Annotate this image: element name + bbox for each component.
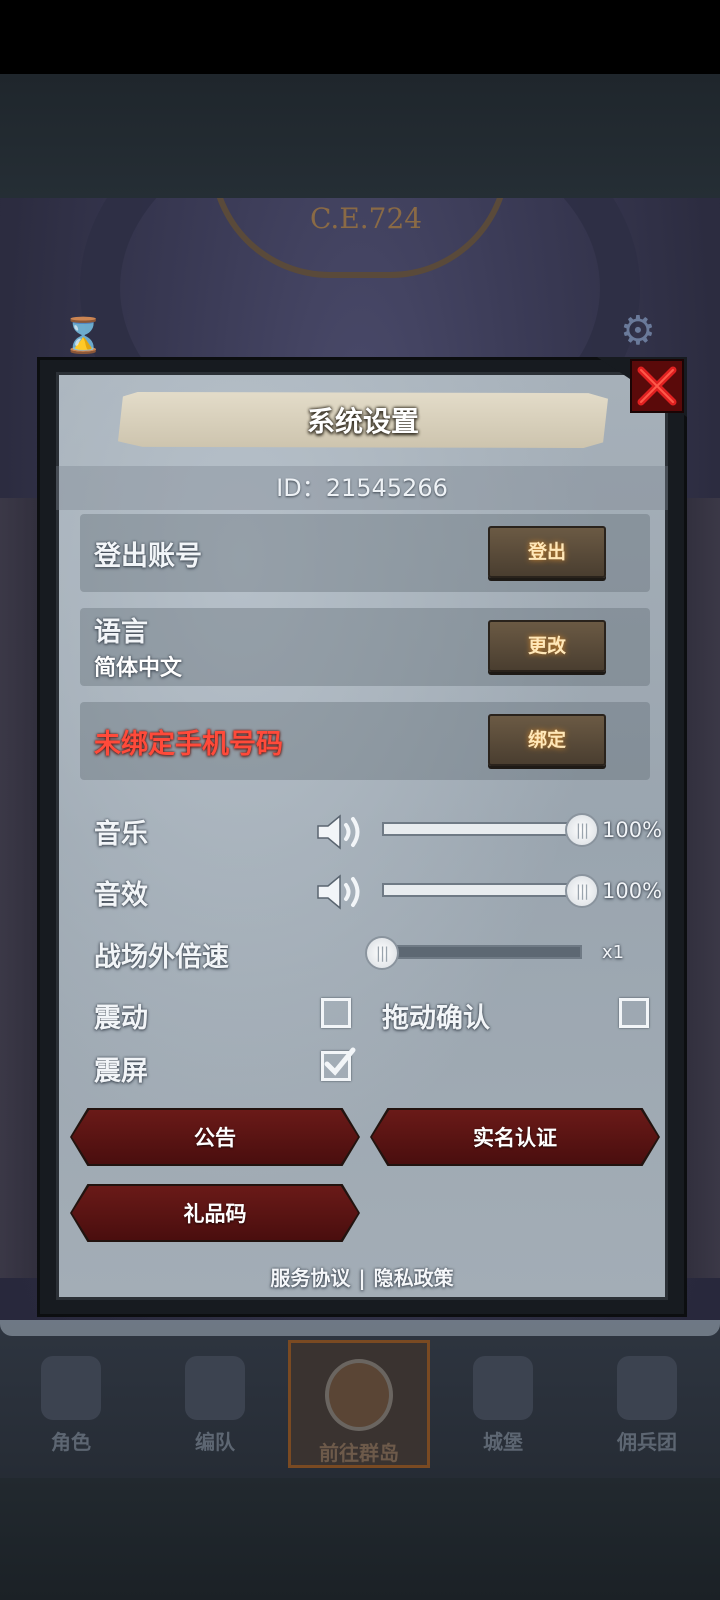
vibration-checkbox[interactable] [321, 998, 351, 1028]
logout-row: 登出账号 登出 [80, 514, 650, 592]
speaker-icon[interactable] [316, 812, 364, 852]
drag-confirm-checkbox[interactable] [619, 998, 649, 1028]
drag-confirm-label: 拖动确认 [382, 1003, 490, 1034]
banner-icon [617, 1356, 677, 1420]
era-label: C.E.724 [310, 202, 423, 235]
helmet-icon [185, 1356, 245, 1420]
knight-icon [41, 1356, 101, 1420]
real-name-verify-button[interactable]: 实名认证 [372, 1110, 658, 1164]
language-label: 语言 [94, 617, 148, 648]
bottom-nav: 角色 编队 前往群岛 城堡 佣兵团 [0, 1320, 720, 1478]
announcement-button-label: 公告 [194, 1126, 236, 1150]
music-slider-track[interactable] [382, 822, 582, 836]
language-value: 简体中文 [94, 656, 183, 681]
privacy-link[interactable]: 隐私政策 [374, 1266, 454, 1290]
bind-phone-button[interactable]: 绑定 [488, 714, 606, 766]
dialog-title-plate: 系统设置 [118, 392, 608, 448]
phone-unbound-label: 未绑定手机号码 [94, 729, 283, 760]
speaker-icon[interactable] [316, 872, 364, 912]
announcement-button[interactable]: 公告 [72, 1110, 358, 1164]
logout-button[interactable]: 登出 [488, 526, 606, 578]
change-language-button[interactable]: 更改 [488, 620, 606, 672]
bottom-band [0, 1478, 720, 1600]
language-row: 语言 简体中文 更改 [80, 608, 650, 686]
checkmark-icon [324, 1047, 356, 1076]
music-label: 音乐 [94, 819, 148, 850]
footer-links: 服务协议 | 隐私政策 [56, 1262, 668, 1291]
nav-label: 佣兵团 [617, 1430, 677, 1454]
vibration-label: 震动 [94, 1003, 148, 1034]
status-bar-area [0, 0, 720, 74]
sfx-percent: 100% [602, 879, 663, 903]
top-band [0, 74, 720, 198]
logout-label: 登出账号 [94, 541, 202, 572]
battle-speed-label: 战场外倍速 [94, 942, 229, 973]
gift-code-button-label: 礼品码 [183, 1202, 247, 1226]
sfx-label: 音效 [94, 880, 148, 911]
music-slider-knob[interactable]: ||| [565, 813, 599, 847]
nav-label: 角色 [51, 1430, 91, 1454]
nav-item-character[interactable]: 角色 [0, 1340, 142, 1468]
sfx-slider-track[interactable] [382, 883, 582, 897]
castle-icon [473, 1356, 533, 1420]
nav-item-mercenaries[interactable]: 佣兵团 [576, 1340, 718, 1468]
nav-label: 城堡 [483, 1430, 523, 1454]
screen-shake-checkbox[interactable] [321, 1047, 356, 1081]
footer-separator: | [358, 1266, 366, 1290]
player-id: ID：21545266 [56, 466, 668, 510]
music-percent: 100% [602, 818, 663, 842]
nav-item-formation[interactable]: 编队 [144, 1340, 286, 1468]
hourglass-icon: ⌛ [62, 316, 105, 356]
dialog-title: 系统设置 [306, 405, 419, 438]
sfx-slider-knob[interactable]: ||| [565, 874, 599, 908]
close-icon [637, 366, 677, 406]
nav-item-castle[interactable]: 城堡 [432, 1340, 574, 1468]
real-name-button-label: 实名认证 [473, 1126, 557, 1150]
gear-icon: ⚙ [620, 308, 656, 354]
snow-edge [0, 1320, 720, 1336]
speed-value: x1 [602, 942, 625, 963]
close-button[interactable] [632, 361, 682, 411]
nav-label: 前往群岛 [319, 1441, 399, 1465]
globe-icon [325, 1359, 393, 1431]
nav-item-islands[interactable]: 前往群岛 [288, 1340, 430, 1468]
terms-link[interactable]: 服务协议 [270, 1266, 350, 1290]
gift-code-button[interactable]: 礼品码 [72, 1186, 358, 1240]
speed-slider-knob[interactable]: ||| [365, 936, 399, 970]
nav-label: 编队 [195, 1430, 235, 1454]
screen-shake-label: 震屏 [94, 1056, 148, 1087]
speed-slider-track[interactable] [382, 945, 582, 959]
phone-row: 未绑定手机号码 绑定 [80, 702, 650, 780]
